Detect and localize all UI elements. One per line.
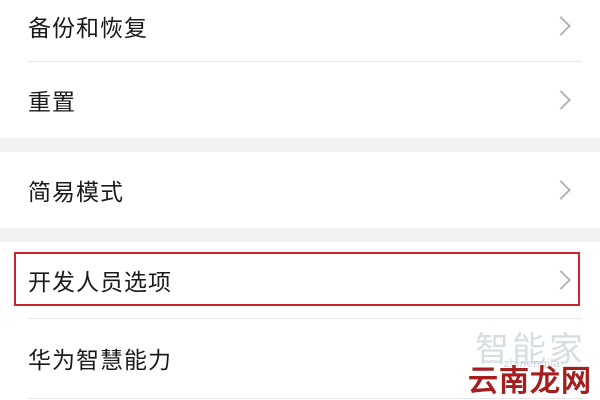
settings-item-simple-mode[interactable]: 简易模式 (0, 152, 600, 228)
settings-item-label: 备份和恢复 (28, 16, 148, 42)
section-gap (0, 228, 600, 242)
settings-item-developer-options[interactable]: 开发人员选项 (0, 242, 600, 318)
section-gap (0, 138, 600, 152)
settings-item-label: 简易模式 (28, 180, 124, 206)
chevron-right-icon (551, 270, 571, 290)
settings-item-label: 华为智慧能力 (28, 348, 172, 374)
chevron-right-icon (551, 90, 571, 110)
chevron-right-icon (551, 16, 571, 36)
watermark-main: 云南龙网 (468, 364, 592, 399)
settings-screen: 备份和恢复 重置 简易模式 开发人员选项 华为智慧能力 智能家 zhinengj… (0, 0, 600, 400)
chevron-right-icon (551, 180, 571, 200)
settings-item-reset[interactable]: 重置 (0, 62, 600, 138)
settings-item-backup-restore[interactable]: 备份和恢复 (0, 0, 600, 52)
settings-item-label: 开发人员选项 (28, 270, 172, 296)
settings-item-label: 重置 (28, 90, 76, 116)
